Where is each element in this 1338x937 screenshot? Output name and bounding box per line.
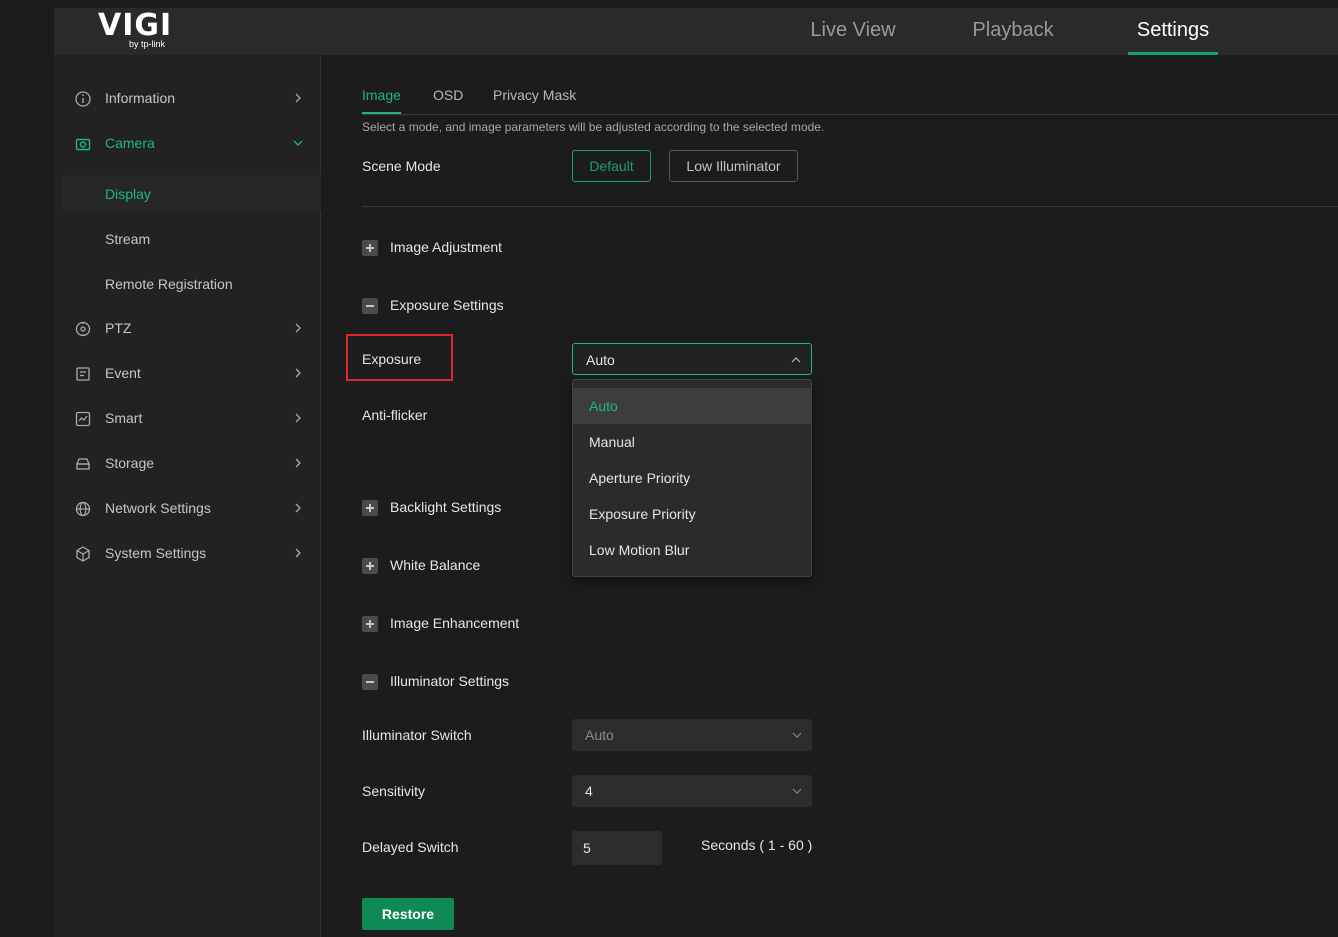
illuminator-switch-label: Illuminator Switch (362, 727, 472, 743)
storage-icon (76, 458, 90, 470)
exposure-label: Exposure (362, 351, 422, 367)
delayed-switch-input[interactable] (572, 831, 662, 865)
scene-mode-hint: Select a mode, and image parameters will… (362, 120, 825, 134)
exposure-option-exposure-priority[interactable]: Exposure Priority (573, 496, 811, 532)
sidebar-item-label: Network Settings (105, 500, 211, 516)
scene-mode-default-button[interactable]: Default (572, 150, 651, 182)
section-title: Backlight Settings (390, 499, 502, 515)
sidebar-item-smart[interactable]: Smart (54, 399, 321, 439)
event-icon (76, 367, 90, 381)
camera-icon (75, 138, 91, 151)
sidebar-item-event[interactable]: Event (54, 354, 321, 394)
chevron-down-icon (792, 732, 802, 738)
exposure-dropdown-menu: Auto Manual Aperture Priority Exposure P… (572, 379, 812, 577)
expand-icon (362, 558, 378, 574)
nav-tab-live-view[interactable]: Live View (784, 8, 922, 55)
sidebar-item-network-settings[interactable]: Network Settings (54, 489, 321, 529)
exposure-option-manual[interactable]: Manual (573, 424, 811, 460)
image-subtabs: Image OSD Privacy Mask (362, 55, 1338, 115)
nav-tab-playback[interactable]: Playback (944, 8, 1082, 55)
option-label: Exposure Priority (589, 506, 696, 522)
vigi-logo: VIGI by tp-link (98, 8, 178, 52)
chevron-right-icon (295, 368, 301, 378)
sidebar-subitem-remote-registration[interactable]: Remote Registration (62, 265, 321, 303)
globe-icon (75, 501, 91, 517)
sensitivity-label: Sensitivity (362, 783, 426, 799)
chevron-right-icon (295, 548, 301, 558)
sensitivity-value: 4 (585, 783, 593, 799)
sidebar-item-label: Event (105, 365, 141, 381)
chevron-down-icon (293, 140, 303, 146)
sidebar-item-ptz[interactable]: PTZ (54, 309, 321, 349)
sidebar-item-information[interactable]: Information (54, 79, 321, 119)
info-icon (75, 91, 91, 107)
sidebar-subitem-label: Display (105, 186, 151, 202)
sidebar-item-camera[interactable]: Camera (54, 124, 321, 164)
brand-tagline: by tp-link (129, 39, 166, 49)
option-label: Auto (589, 398, 618, 414)
scene-mode-low-illuminator-button[interactable]: Low Illuminator (669, 150, 798, 182)
chevron-right-icon (295, 503, 301, 513)
collapse-icon (362, 674, 378, 690)
top-bar: VIGI by tp-link Live View Playback Setti… (54, 8, 1338, 55)
sidebar-subitem-stream[interactable]: Stream (62, 220, 321, 258)
chevron-down-icon (792, 788, 802, 794)
collapse-icon (362, 298, 378, 314)
settings-content: Image OSD Privacy Mask Select a mode, an… (322, 55, 1338, 937)
sidebar-item-label: Camera (105, 135, 155, 151)
expand-icon (362, 616, 378, 632)
chevron-right-icon (295, 458, 301, 468)
sidebar: Information Camera Display Stream Remote… (54, 55, 321, 937)
option-label: Manual (589, 434, 635, 450)
sidebar-item-storage[interactable]: Storage (54, 444, 321, 484)
anti-flicker-label: Anti-flicker (362, 407, 428, 423)
scene-mode-label: Scene Mode (362, 158, 441, 174)
chevron-up-icon (791, 357, 801, 363)
option-label: Low Motion Blur (589, 542, 690, 558)
sidebar-item-label: System Settings (105, 545, 207, 561)
tab-osd[interactable]: OSD (433, 87, 463, 103)
section-title: Illuminator Settings (390, 673, 510, 689)
restore-button[interactable]: Restore (362, 898, 454, 930)
sidebar-item-system-settings[interactable]: System Settings (54, 534, 321, 574)
system-icon (76, 546, 90, 562)
expand-icon (362, 240, 378, 256)
delayed-switch-unit: Seconds ( 1 - 60 ) (701, 837, 813, 853)
section-title: Exposure Settings (390, 297, 504, 313)
sidebar-item-label: Storage (105, 455, 155, 471)
chevron-right-icon (295, 93, 301, 103)
sidebar-subitem-label: Stream (105, 231, 151, 247)
sensitivity-select[interactable]: 4 (572, 775, 812, 807)
tab-image[interactable]: Image (362, 87, 401, 103)
nav-tab-settings[interactable]: Settings (1128, 8, 1218, 55)
illuminator-switch-value: Auto (585, 727, 614, 743)
sidebar-subitem-label: Remote Registration (105, 276, 233, 292)
chevron-right-icon (295, 323, 301, 333)
sidebar-subitem-display[interactable]: Display (62, 175, 321, 213)
brand-name: VIGI (98, 8, 173, 43)
sidebar-item-label: Smart (105, 410, 143, 426)
smart-icon (75, 411, 91, 427)
exposure-select-value: Auto (586, 352, 615, 368)
ptz-icon (75, 321, 91, 337)
divider (362, 206, 1338, 207)
exposure-option-auto[interactable]: Auto (573, 388, 811, 424)
sidebar-item-label: Information (105, 90, 176, 106)
illuminator-switch-select[interactable]: Auto (572, 719, 812, 751)
tab-privacy-mask[interactable]: Privacy Mask (493, 87, 576, 103)
section-title: White Balance (390, 557, 481, 573)
section-title: Image Enhancement (390, 615, 520, 631)
delayed-switch-label: Delayed Switch (362, 839, 459, 855)
active-tab-underline (362, 112, 401, 114)
expand-icon (362, 500, 378, 516)
exposure-select[interactable]: Auto (572, 343, 812, 375)
section-title: Image Adjustment (390, 239, 503, 255)
exposure-option-aperture-priority[interactable]: Aperture Priority (573, 460, 811, 496)
sidebar-item-label: PTZ (105, 320, 132, 336)
exposure-option-low-motion-blur[interactable]: Low Motion Blur (573, 532, 811, 568)
chevron-right-icon (295, 413, 301, 423)
option-label: Aperture Priority (589, 470, 691, 486)
